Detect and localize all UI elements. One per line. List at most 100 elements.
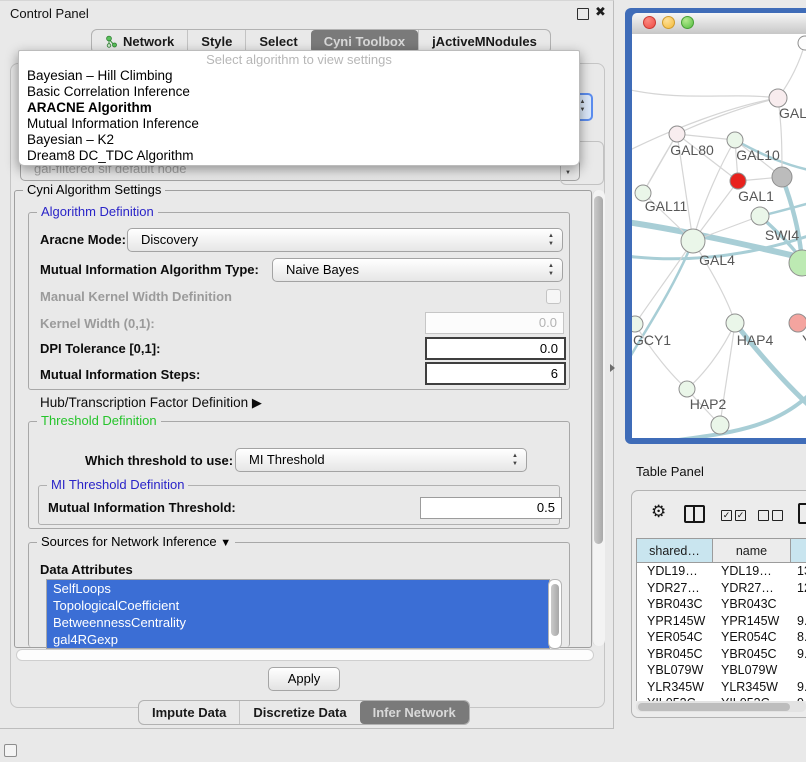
column-header-1[interactable]: shared…: [637, 539, 713, 563]
dropdown-item[interactable]: Bayesian – K2: [19, 132, 579, 148]
attribute-list-item[interactable]: TopologicalCoefficient: [47, 597, 549, 614]
attribute-list-item[interactable]: SelfLoops: [47, 580, 549, 597]
which-threshold-combo[interactable]: MI Threshold ▲▼: [235, 448, 527, 472]
table-cell[interactable]: 9.: [797, 613, 806, 630]
gear-icon[interactable]: ⚙: [651, 502, 666, 522]
data-attributes-list[interactable]: SelfLoopsTopologicalCoefficientBetweenne…: [46, 579, 550, 649]
network-node-gal4[interactable]: [681, 229, 705, 253]
dropdown-item[interactable]: Dream8 DC_TDC Algorithm: [19, 148, 579, 164]
combo-arrows-icon: ▲▼: [512, 452, 518, 468]
network-node-y[interactable]: [789, 314, 806, 332]
network-node[interactable]: [772, 167, 792, 187]
attribute-list-item[interactable]: gal4RGexp: [47, 631, 549, 648]
tab-infer-network[interactable]: Infer Network: [360, 701, 469, 724]
deselect-all-checkbox-icon[interactable]: [758, 510, 769, 521]
float-window-icon[interactable]: [577, 8, 589, 20]
table-cell[interactable]: YER054C: [721, 629, 791, 646]
threshold-definition-title: Threshold Definition: [37, 413, 161, 428]
table-cell[interactable]: 9.: [797, 646, 806, 663]
network-node-swi4[interactable]: [751, 207, 769, 225]
maximize-traffic-light[interactable]: [681, 16, 694, 29]
select-all-checkbox-icon[interactable]: ✓: [721, 510, 732, 521]
select-all-checkbox-icon[interactable]: ✓: [735, 510, 746, 521]
column-header-3[interactable]: A: [791, 539, 806, 563]
dropdown-item[interactable]: Basic Correlation Inference: [19, 84, 579, 100]
apply-button[interactable]: Apply: [268, 667, 340, 691]
table-cell[interactable]: YDL19…: [721, 563, 791, 580]
table-cell[interactable]: YBL079W: [647, 662, 715, 679]
settings-horizontal-scrollbar[interactable]: [16, 649, 594, 661]
tab-label: Infer Network: [373, 705, 456, 720]
collapse-down-icon[interactable]: ▼: [220, 537, 231, 549]
sources-title-text: Sources for Network Inference: [41, 534, 217, 549]
columns-icon[interactable]: [684, 505, 705, 523]
table-horizontal-scrollbar[interactable]: [636, 701, 806, 712]
table-cell[interactable]: 12: [797, 580, 806, 597]
column-header-2[interactable]: name: [713, 539, 791, 563]
dpi-tolerance-field[interactable]: 0.0: [425, 337, 566, 360]
kernel-width-field[interactable]: 0.0: [425, 312, 564, 334]
network-node-hap2[interactable]: [679, 381, 695, 397]
table-cell[interactable]: YPR145W: [647, 613, 715, 630]
table-cell[interactable]: 8.: [797, 629, 806, 646]
dropdown-item[interactable]: Bayesian – Hill Climbing: [19, 68, 579, 84]
table-cell[interactable]: YBR043C: [721, 596, 791, 613]
table-cell[interactable]: YLR345W: [647, 679, 715, 696]
table-cell[interactable]: YDR27…: [721, 580, 791, 597]
tab-label: Style: [201, 34, 232, 49]
mi-threshold-field[interactable]: 0.5: [420, 497, 562, 519]
tab-impute-data[interactable]: Impute Data: [139, 701, 239, 724]
network-canvas[interactable]: GALGAL80GAL10GAL1GAL11SWI4GAL4GCY1HAP4YH…: [632, 34, 806, 438]
close-traffic-light[interactable]: [643, 16, 656, 29]
table-cell[interactable]: YPR145W: [721, 613, 791, 630]
network-view-window: GALGAL80GAL10GAL1GAL11SWI4GAL4GCY1HAP4YH…: [625, 8, 806, 444]
node-label: HAP4: [737, 332, 774, 348]
mi-type-combo[interactable]: Naive Bayes ▲▼: [272, 258, 563, 282]
table-cell[interactable]: YDL19…: [647, 563, 715, 580]
table-cell[interactable]: YDR27…: [647, 580, 715, 597]
network-node[interactable]: [711, 416, 729, 434]
network-node[interactable]: [798, 36, 806, 50]
network-node-gal10[interactable]: [727, 132, 743, 148]
combo-arrows-icon: ▲▼: [548, 262, 554, 278]
hub-definition-text: Hub/Transcription Factor Definition: [40, 395, 248, 410]
network-window-titlebar[interactable]: [632, 13, 806, 35]
table-cell[interactable]: YLR345W: [721, 679, 791, 696]
network-node-gcy1[interactable]: [632, 316, 643, 332]
network-node-gal1[interactable]: [730, 173, 746, 189]
table-cell[interactable]: YER054C: [647, 629, 715, 646]
network-edge[interactable]: [635, 241, 693, 324]
table-cell[interactable]: YBL079W: [721, 662, 791, 679]
scrollbar-thumb[interactable]: [594, 196, 603, 544]
network-node-gal80[interactable]: [669, 126, 685, 142]
attributes-list-scrollbar[interactable]: [548, 579, 562, 649]
table-cell[interactable]: YBR045C: [647, 646, 715, 663]
attribute-list-item[interactable]: BetweennessCentrality: [47, 614, 549, 631]
network-edge[interactable]: [677, 134, 735, 140]
network-edge[interactable]: [632, 89, 778, 98]
scrollbar-thumb[interactable]: [638, 703, 790, 711]
scrollbar-thumb[interactable]: [551, 584, 559, 636]
network-edge[interactable]: [677, 98, 778, 134]
export-table-icon[interactable]: [798, 503, 806, 524]
expand-right-icon[interactable]: ▶: [252, 395, 262, 410]
table-cell[interactable]: 9.: [797, 679, 806, 696]
dropdown-item[interactable]: Mutual Information Inference: [19, 116, 579, 132]
settings-vertical-scrollbar[interactable]: [592, 190, 605, 646]
tab-discretize-data[interactable]: Discretize Data: [239, 701, 359, 724]
table-cell[interactable]: YBR045C: [721, 646, 791, 663]
deselect-all-checkbox-icon[interactable]: [772, 510, 783, 521]
network-edge[interactable]: [687, 323, 735, 389]
mi-steps-field[interactable]: 6: [425, 362, 566, 385]
minimized-panel-icon[interactable]: [4, 744, 17, 757]
network-node-hap4[interactable]: [726, 314, 744, 332]
hub-definition-label[interactable]: Hub/Transcription Factor Definition ▶: [40, 395, 262, 411]
close-icon[interactable]: ✖: [595, 4, 606, 20]
aracne-mode-combo[interactable]: Discovery ▲▼: [127, 228, 563, 252]
manual-kernel-checkbox[interactable]: [546, 289, 561, 304]
table-cell[interactable]: YBR043C: [647, 596, 715, 613]
table-cell[interactable]: 13: [797, 563, 806, 580]
minimize-traffic-light[interactable]: [662, 16, 675, 29]
divider-collapse-icon[interactable]: [610, 364, 615, 372]
dropdown-item[interactable]: ARACNE Algorithm: [19, 100, 579, 116]
